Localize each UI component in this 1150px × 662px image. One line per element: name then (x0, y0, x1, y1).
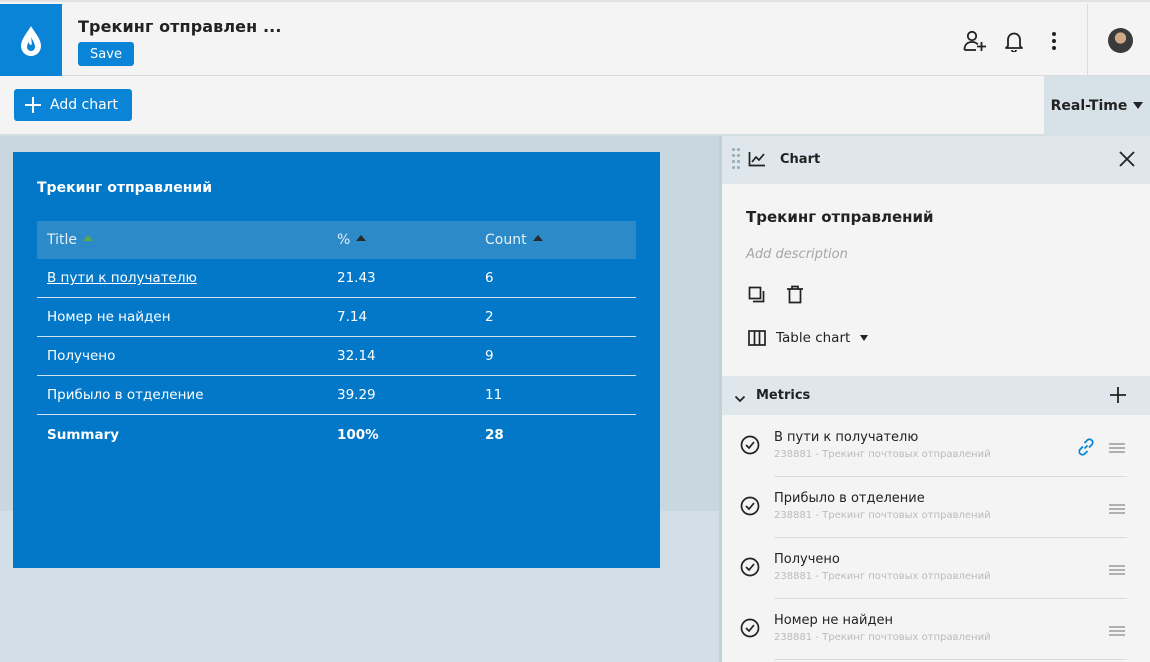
check-circle-icon[interactable] (740, 496, 760, 520)
metric-source: 238881 - Трекинг почтовых отправлений (774, 571, 991, 582)
chart-title-field[interactable]: Трекинг отправлений (746, 208, 934, 226)
summary-row: Summary 100% 28 (37, 415, 636, 454)
chart-card-title: Трекинг отправлений (37, 180, 213, 196)
panel-header-title: Chart (780, 152, 821, 167)
trash-icon[interactable] (786, 285, 804, 308)
column-header-title[interactable]: Title (37, 232, 337, 248)
metric-item[interactable]: В пути к получателю 238881 - Трекинг поч… (722, 416, 1150, 477)
metric-source: 238881 - Трекинг почтовых отправлений (774, 632, 991, 643)
row-title-link[interactable]: В пути к получателю (37, 270, 337, 286)
sort-asc-icon (356, 235, 367, 241)
table-row: Прибыло в отделение 39.29 11 (37, 376, 636, 415)
table-row: Получено 32.14 9 (37, 337, 636, 376)
description-field[interactable]: Add description (746, 247, 848, 262)
caret-down-icon (1133, 102, 1144, 109)
drag-handle-icon[interactable] (732, 148, 740, 170)
check-circle-icon[interactable] (740, 618, 760, 642)
avatar[interactable] (1108, 28, 1133, 53)
metric-name: Номер не найден (774, 613, 893, 628)
metric-item[interactable]: Номер не найден 238881 - Трекинг почтовы… (722, 599, 1150, 660)
divider (774, 659, 1127, 660)
toolbar: Add chart Real-Time (0, 76, 1150, 135)
metric-source: 238881 - Трекинг почтовых отправлений (774, 449, 991, 460)
check-circle-icon[interactable] (740, 557, 760, 581)
header-divider (1087, 4, 1088, 77)
metrics-label: Metrics (756, 388, 811, 403)
sort-asc-icon (532, 235, 543, 241)
add-chart-button[interactable]: Add chart (14, 89, 132, 121)
chart-card[interactable]: Трекинг отправлений Title % Count В пути… (13, 152, 660, 568)
drop-logo-icon[interactable] (0, 4, 62, 77)
row-title: Номер не найден (47, 309, 171, 325)
metric-name: Получено (774, 552, 840, 567)
row-percent: 21.43 (337, 270, 376, 286)
check-circle-icon[interactable] (740, 435, 760, 459)
summary-title: Summary (47, 426, 120, 443)
metric-item[interactable]: Прибыло в отделение 238881 - Трекинг поч… (722, 477, 1150, 538)
data-table: Title % Count В пути к получателю 21.43 … (37, 221, 636, 454)
metric-source: 238881 - Трекинг почтовых отправлений (774, 510, 991, 521)
link-icon[interactable] (1075, 436, 1097, 462)
line-chart-icon (748, 151, 766, 171)
sort-asc-icon (83, 235, 94, 241)
metric-name: В пути к получателю (774, 430, 919, 445)
column-header-percent[interactable]: % (337, 232, 485, 248)
add-metric-icon[interactable] (1109, 386, 1127, 408)
metric-name: Прибыло в отделение (774, 491, 925, 506)
panel-header: Chart (722, 136, 1150, 184)
row-percent: 32.14 (337, 348, 376, 364)
drag-lines-icon[interactable] (1109, 561, 1125, 580)
drag-lines-icon[interactable] (1109, 439, 1125, 458)
dashboard-title[interactable]: Трекинг отправлен ... (78, 17, 282, 36)
drag-lines-icon[interactable] (1109, 622, 1125, 641)
chart-type-label: Table chart (776, 330, 851, 346)
table-row: В пути к получателю 21.43 6 (37, 259, 636, 298)
realtime-dropdown[interactable]: Real-Time (1044, 76, 1150, 135)
column-header-count[interactable]: Count (485, 232, 636, 248)
bell-icon[interactable] (1001, 28, 1027, 54)
table-row: Номер не найден 7.14 2 (37, 298, 636, 337)
table-header: Title % Count (37, 221, 636, 259)
close-icon[interactable] (1118, 150, 1136, 172)
chart-settings-panel: Chart Трекинг отправлений Add descriptio… (719, 136, 1150, 662)
metrics-section-header[interactable]: Metrics (722, 376, 1150, 415)
add-user-icon[interactable] (962, 28, 988, 54)
row-count: 11 (485, 387, 503, 403)
row-title: Прибыло в отделение (47, 387, 204, 403)
metric-item[interactable]: Получено 238881 - Трекинг почтовых отпра… (722, 538, 1150, 599)
top-header: Трекинг отправлен ... Save (0, 0, 1150, 77)
more-vertical-icon[interactable] (1041, 28, 1067, 54)
summary-percent: 100% (337, 426, 379, 443)
row-percent: 7.14 (337, 309, 368, 325)
row-count: 2 (485, 309, 494, 325)
realtime-label: Real-Time (1050, 97, 1128, 114)
plus-icon (25, 97, 41, 113)
row-percent: 39.29 (337, 387, 376, 403)
chevron-down-icon[interactable] (734, 389, 746, 408)
summary-count: 28 (485, 426, 504, 443)
row-count: 6 (485, 270, 494, 286)
duplicate-icon[interactable] (748, 286, 766, 308)
drag-lines-icon[interactable] (1109, 500, 1125, 519)
row-count: 9 (485, 348, 494, 364)
row-title: Получено (47, 348, 116, 364)
save-button[interactable]: Save (78, 42, 134, 66)
table-columns-icon (748, 330, 766, 346)
caret-down-icon (860, 335, 869, 341)
chart-type-dropdown[interactable]: Table chart (748, 330, 869, 346)
add-chart-label: Add chart (50, 97, 118, 113)
